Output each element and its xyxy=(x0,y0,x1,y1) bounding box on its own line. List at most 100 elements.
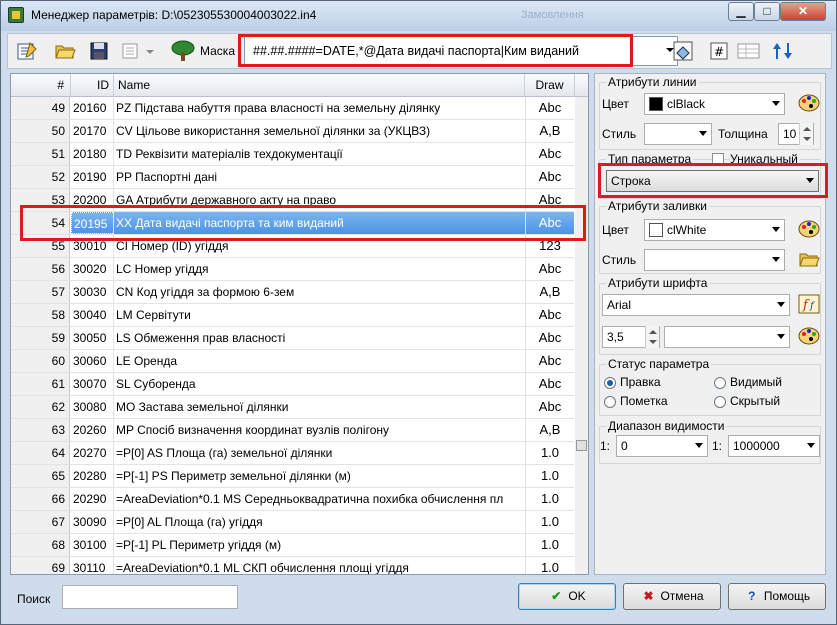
edit-list-icon[interactable] xyxy=(16,40,38,62)
row-draw: 123 xyxy=(525,235,574,257)
search-input[interactable] xyxy=(62,585,238,609)
visibility-to-prefix: 1: xyxy=(712,439,723,453)
table-icon[interactable] xyxy=(736,40,762,62)
open-folder-icon[interactable] xyxy=(54,40,76,62)
row-number: 55 xyxy=(11,235,70,257)
minimize-button[interactable]: ▁ xyxy=(728,2,754,21)
row-id: 20290 xyxy=(73,492,107,506)
chevron-down-icon[interactable] xyxy=(144,40,156,62)
visibility-from-select[interactable]: 0 xyxy=(616,435,708,457)
scrollbar-thumb[interactable] xyxy=(576,440,587,451)
palette-icon[interactable] xyxy=(798,219,820,239)
row-draw: A,B xyxy=(525,419,574,441)
status-option-visible[interactable]: Видимый xyxy=(730,375,782,389)
table-row[interactable]: 53 20200 GA Атрибути державного акту на пр… xyxy=(11,189,574,212)
status-radio-mark[interactable] xyxy=(604,396,616,408)
status-option-hidden[interactable]: Скрытый xyxy=(730,394,780,408)
table-row[interactable]: 51 20180 TD Реквізити матеріалів техдокуме… xyxy=(11,143,574,166)
status-option-edit[interactable]: Правка xyxy=(620,375,661,389)
column-header-draw[interactable]: Draw xyxy=(525,74,575,97)
column-header-name[interactable]: Name xyxy=(114,74,525,97)
help-button[interactable]: ? Помощь xyxy=(728,583,826,610)
palette-icon[interactable] xyxy=(798,93,820,113)
visibility-to-select[interactable]: 1000000 xyxy=(728,435,820,457)
save-icon[interactable] xyxy=(88,40,110,62)
palette-icon[interactable] xyxy=(798,326,820,346)
unique-checkbox[interactable] xyxy=(712,153,724,165)
table-row[interactable]: 59 30050 LS Обмеження прав власності Abc xyxy=(11,327,574,350)
attributes-panel: Атрибути линии Цвет clBlack Стиль Толщин… xyxy=(594,73,826,575)
parameters-table[interactable]: # ID Name Draw 49 20160 PZ Підстава набутт… xyxy=(10,73,589,575)
vertical-scrollbar[interactable] xyxy=(575,97,588,574)
row-id: 30110 xyxy=(73,561,106,575)
row-draw: 1.0 xyxy=(525,488,574,510)
status-radio-edit[interactable] xyxy=(604,377,616,389)
table-row[interactable]: 52 20190 PP Паспортні дані Abc xyxy=(11,166,574,189)
fill-color-select[interactable]: clWhite xyxy=(644,219,785,241)
column-header-id[interactable]: ID xyxy=(71,74,114,97)
table-row[interactable]: 63 20260 MP Спосіб визначення координат ву… xyxy=(11,419,574,442)
visibility-to-value: 1000000 xyxy=(733,439,780,453)
table-row[interactable]: 64 20270 =P[0] AS Площа (га) земельної діл… xyxy=(11,442,574,465)
mask-combobox[interactable]: ##.##.####=DATE,*@Дата видачі паспорта|К… xyxy=(244,36,678,66)
table-row[interactable]: 57 30030 CN Код угіддя за формою 6-зем A,B xyxy=(11,281,574,304)
table-row[interactable]: 66 20290 =AreaDeviation*0.1 MS Середньоква… xyxy=(11,488,574,511)
font-select[interactable]: Arial xyxy=(602,294,790,316)
row-id: 20170 xyxy=(73,124,107,138)
row-id: 30040 xyxy=(73,308,107,322)
table-row[interactable]: 68 30100 =P[-1] PL Периметр угіддя (м) 1.0 xyxy=(11,534,574,557)
hash-icon[interactable]: # xyxy=(708,40,730,62)
row-number: 67 xyxy=(11,511,70,533)
table-row[interactable]: 56 30020 LC Номер угіддя Abc xyxy=(11,258,574,281)
font-style-icon[interactable]: f f xyxy=(798,294,820,314)
fill-attributes-title: Атрибути заливки xyxy=(606,199,709,213)
table-row[interactable]: 55 30010 CI Номер (ID) угіддя 123 xyxy=(11,235,574,258)
svg-text:#: # xyxy=(714,45,724,59)
table-row[interactable]: 60 30060 LE Оренда Abc xyxy=(11,350,574,373)
status-radio-visible[interactable] xyxy=(714,377,726,389)
row-name: LE Оренда xyxy=(113,350,525,372)
param-type-select[interactable]: Строка xyxy=(606,170,819,192)
fill-style-select[interactable] xyxy=(644,249,785,271)
title-bar[interactable]: Менеджер параметрів: D:\0523055300040030… xyxy=(1,1,836,31)
spin-buttons[interactable] xyxy=(799,123,813,145)
page-icon[interactable] xyxy=(120,40,142,62)
cancel-button[interactable]: ✖ Отмена xyxy=(623,583,721,610)
visibility-range-group: Диапазон видимости 1: 0 1: 1000000 xyxy=(599,419,821,464)
line-width-spinner[interactable]: 10 xyxy=(778,123,814,145)
table-row[interactable]: 49 20160 PZ Підстава набуття права власнос… xyxy=(11,97,574,120)
ok-button[interactable]: ✔ OK xyxy=(518,583,616,610)
row-name: SL Суборенда xyxy=(113,373,525,395)
open-folder-icon[interactable] xyxy=(798,249,820,269)
table-row[interactable]: 58 30040 LM Сервітути Abc xyxy=(11,304,574,327)
table-row[interactable]: 62 30080 MO Застава земельної ділянки Abc xyxy=(11,396,574,419)
line-style-select[interactable] xyxy=(644,123,712,145)
font-color-select[interactable] xyxy=(664,326,790,348)
status-option-mark[interactable]: Пометка xyxy=(620,394,668,408)
eraser-icon[interactable] xyxy=(672,40,694,62)
param-status-title: Статус параметра xyxy=(606,357,712,371)
sort-icon[interactable] xyxy=(770,40,796,62)
close-button[interactable]: ✕ xyxy=(780,2,826,21)
help-button-label: Помощь xyxy=(763,589,811,603)
spin-buttons[interactable] xyxy=(645,326,659,348)
row-id: 30010 xyxy=(73,239,107,253)
row-name: =AreaDeviation*0.1 ML СКП обчислення пло… xyxy=(113,557,525,574)
status-radio-hidden[interactable] xyxy=(714,396,726,408)
table-row[interactable]: 67 30090 =P[0] AL Площа (га) угіддя 1.0 xyxy=(11,511,574,534)
row-name: XX Дата видачі паспорта та ким виданий xyxy=(113,212,525,234)
table-row[interactable]: 61 30070 SL Суборенда Abc xyxy=(11,373,574,396)
tree-icon[interactable] xyxy=(170,40,196,62)
table-row[interactable]: 65 20280 =P[-1] PS Периметр земельної діля… xyxy=(11,465,574,488)
mask-value[interactable]: ##.##.####=DATE,*@Дата видачі паспорта|К… xyxy=(253,44,579,58)
table-row[interactable]: 69 30110 =AreaDeviation*0.1 ML СКП обчисле… xyxy=(11,557,574,575)
table-row[interactable]: 54 20195 XX Дата видачі паспорта та ким ви… xyxy=(11,212,574,235)
row-id: 20190 xyxy=(73,170,107,184)
line-color-select[interactable]: clBlack xyxy=(644,93,785,115)
mask-label: Маска xyxy=(200,44,235,58)
column-header-num[interactable]: # xyxy=(11,74,71,97)
table-row[interactable]: 50 20170 CV Цільове використання земельної… xyxy=(11,120,574,143)
ok-button-label: OK xyxy=(568,589,586,603)
font-size-spinner[interactable]: 3,5 xyxy=(602,326,660,348)
maximize-button[interactable]: □ xyxy=(754,2,780,21)
